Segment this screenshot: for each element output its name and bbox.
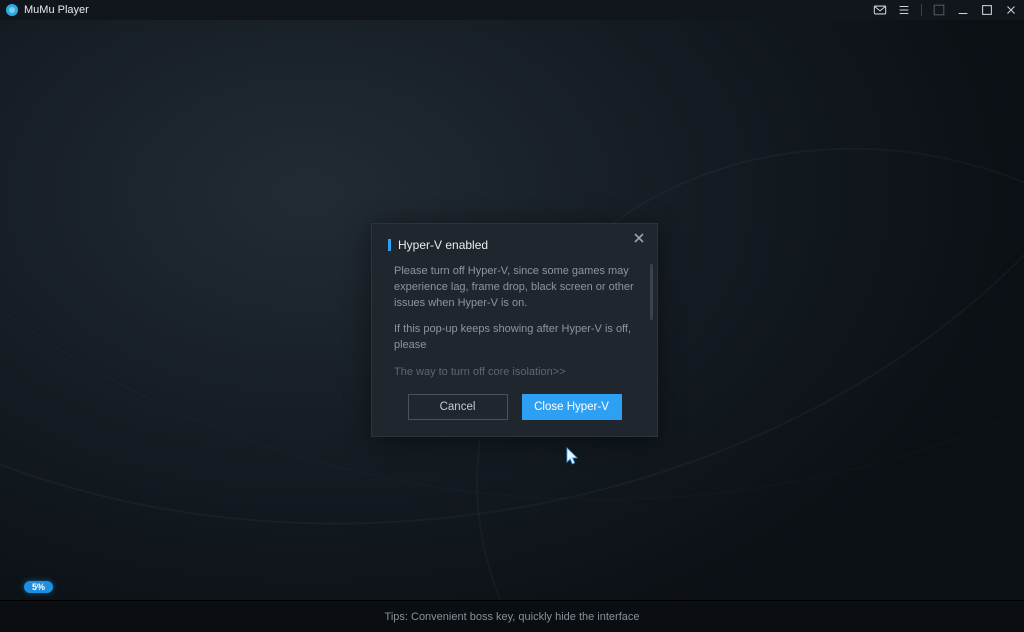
close-icon[interactable] (1004, 3, 1018, 17)
minimize-icon[interactable] (956, 3, 970, 17)
dialog-paragraph: Please turn off Hyper-V, since some game… (394, 264, 635, 312)
close-hyper-v-button[interactable]: Close Hyper-V (522, 394, 622, 420)
app-icon (6, 4, 18, 16)
titlebar-right (873, 3, 1018, 17)
mail-icon[interactable] (873, 3, 887, 17)
titlebar-divider (921, 4, 922, 16)
tips-bar: Tips: Convenient boss key, quickly hide … (0, 600, 1024, 632)
maximize-icon[interactable] (980, 3, 994, 17)
dialog-header: Hyper-V enabled (372, 238, 657, 264)
titlebar-left: MuMu Player (6, 4, 89, 16)
fullscreen-icon[interactable] (932, 3, 946, 17)
dialog-button-row: Cancel Close Hyper-V (372, 392, 657, 420)
cancel-button[interactable]: Cancel (408, 394, 508, 420)
header-accent-bar (388, 239, 391, 251)
dialog-body: Please turn off Hyper-V, since some game… (372, 264, 657, 354)
dialog-close-button[interactable] (631, 230, 647, 246)
dialog-title: Hyper-V enabled (398, 238, 488, 252)
dialog-paragraph: If this pop-up keeps showing after Hyper… (394, 322, 635, 354)
hyper-v-dialog: Hyper-V enabled Please turn off Hyper-V,… (371, 223, 658, 437)
app-title: MuMu Player (24, 4, 89, 16)
scrollbar-thumb[interactable] (650, 264, 653, 320)
core-isolation-link[interactable]: The way to turn off core isolation>> (372, 364, 657, 392)
menu-icon[interactable] (897, 3, 911, 17)
loading-progress-value: 5% (32, 582, 45, 592)
tips-text: Tips: Convenient boss key, quickly hide … (385, 611, 640, 623)
loading-progress-pill: 5% (24, 581, 53, 593)
titlebar: MuMu Player (0, 0, 1024, 20)
